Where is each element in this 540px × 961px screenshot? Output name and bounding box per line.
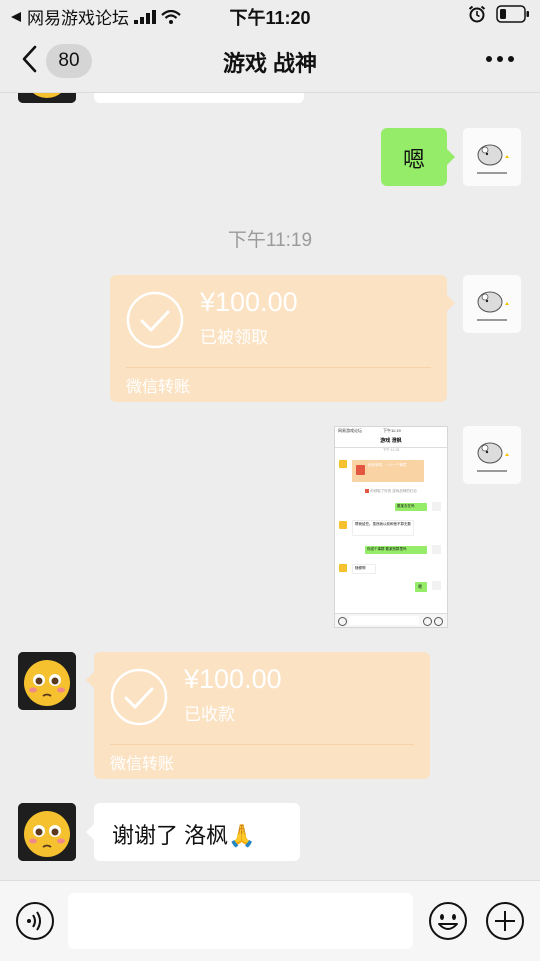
pleading-face-emoji-icon xyxy=(18,803,76,861)
thumb-green-bubble: 戴某去在吗 xyxy=(395,503,427,511)
thumb-msg: 随便啊 xyxy=(355,566,366,570)
thumb-green-bubble: 你送个事群 戴某别群里吗 xyxy=(365,546,427,554)
message-input[interactable] xyxy=(68,893,413,949)
thumb-status-bar: 网易游戏论坛 下午11:19 xyxy=(335,427,447,434)
thumb-avatar xyxy=(339,521,347,529)
thumb-msg: 嗯 xyxy=(418,584,422,589)
transfer-divider xyxy=(110,744,414,745)
thumb-input-bar xyxy=(335,613,447,627)
transfer-divider xyxy=(126,367,431,368)
input-bar xyxy=(0,880,540,961)
thumb-input-field xyxy=(349,616,419,625)
my-avatar[interactable] xyxy=(463,128,521,186)
thumb-red-packet: 抢来拿吧，一人一个满意 xyxy=(352,460,424,482)
thumb-avatar xyxy=(339,564,347,572)
message-bubble-partial[interactable] xyxy=(94,93,304,103)
message-list[interactable]: 嗯 下午11:19 ¥100.00 已被领取 微信转账 网易游戏论坛 下午11:… xyxy=(0,93,540,880)
hamster-sticker-icon xyxy=(463,426,521,484)
thumb-timestamp: 下午 11:15 xyxy=(382,448,400,452)
thumb-time: 下午11:19 xyxy=(383,428,401,433)
message-timestamp: 下午11:19 xyxy=(227,230,313,251)
status-time: 下午11:20 xyxy=(229,8,311,28)
thumb-msg: 你送个事群 戴某别群里吗 xyxy=(367,547,407,551)
thumb-header: 游戏 澄枫 xyxy=(335,435,447,448)
received-text-bubble[interactable]: 谢谢了 洛枫🙏 xyxy=(94,803,300,861)
thumb-avatar xyxy=(339,460,347,468)
thumb-notice-text: 你领取了你的 游戏战神的红包 xyxy=(370,489,417,493)
transfer-status: 已被领取 xyxy=(200,328,268,347)
thumb-green-bubble: 嗯 xyxy=(415,582,427,592)
more-dot-icon xyxy=(497,56,503,62)
thumb-notice: 你领取了你的 游戏战神的红包 xyxy=(335,489,447,494)
contact-avatar[interactable] xyxy=(18,93,76,103)
received-text: 谢谢了 洛枫🙏 xyxy=(112,823,256,848)
red-packet-icon xyxy=(356,465,365,475)
transfer-label: 微信转账 xyxy=(110,756,175,773)
transfer-status: 已收款 xyxy=(184,705,235,724)
transfer-amount: ¥100.00 xyxy=(200,287,298,317)
thumb-msg: 戴某去在吗 xyxy=(397,504,415,508)
transfer-label: 微信转账 xyxy=(126,379,191,396)
thumb-white-bubble: 帮我给些。虽然我以前和他不算无数 xyxy=(352,520,414,536)
thumb-red-packet-text: 抢来拿吧，一人一个满意 xyxy=(368,463,407,467)
sent-text-bubble[interactable]: 嗯 xyxy=(381,128,447,186)
sent-transfer-card[interactable]: ¥100.00 已被领取 微信转账 xyxy=(110,275,447,402)
thumb-plus-icon xyxy=(434,617,443,626)
thumb-my-avatar xyxy=(432,581,441,590)
bubble-tail xyxy=(447,295,455,311)
bubble-tail xyxy=(447,149,455,165)
received-transfer-card[interactable]: ¥100.00 已收款 微信转账 xyxy=(94,652,430,779)
thumb-carrier: 网易游戏论坛 xyxy=(338,428,362,433)
thumb-msg: 帮我给些。虽然我以前和他不算无数 xyxy=(355,522,411,526)
thumb-voice-icon xyxy=(338,617,347,626)
more-dot-icon xyxy=(486,56,492,62)
my-avatar[interactable] xyxy=(463,426,521,484)
thumb-my-avatar xyxy=(432,545,441,554)
thumb-emoji-icon xyxy=(423,617,432,626)
plus-icon[interactable] xyxy=(485,901,525,941)
status-bar: 网易游戏论坛 下午11:20 xyxy=(0,0,540,30)
voice-input-icon[interactable] xyxy=(15,901,55,941)
checkmark-circle-icon xyxy=(110,668,168,726)
chat-title: 游戏 战神 xyxy=(222,51,318,76)
battery-icon xyxy=(496,5,529,23)
hamster-sticker-icon xyxy=(463,275,521,333)
status-right xyxy=(468,5,530,23)
more-options-button[interactable] xyxy=(486,56,514,62)
emoji-icon[interactable] xyxy=(428,901,468,941)
checkmark-circle-icon xyxy=(126,291,184,349)
pleading-face-emoji-icon xyxy=(18,652,76,710)
transfer-amount: ¥100.00 xyxy=(184,664,282,694)
screenshot-image-message[interactable]: 网易游戏论坛 下午11:19 游戏 澄枫 下午 11:15 抢来拿吧，一人一个满… xyxy=(334,426,448,628)
chat-header: 80 游戏 战神 xyxy=(0,30,540,93)
thumb-my-avatar xyxy=(432,502,441,511)
red-packet-mini-icon xyxy=(365,489,370,494)
thumb-white-bubble: 随便啊 xyxy=(352,564,376,574)
alarm-icon xyxy=(468,5,486,23)
hamster-sticker-icon xyxy=(463,128,521,186)
bubble-tail xyxy=(86,824,94,840)
sent-text: 嗯 xyxy=(402,147,425,172)
contact-avatar[interactable] xyxy=(18,803,76,861)
thumb-title: 游戏 澄枫 xyxy=(380,438,402,444)
my-avatar[interactable] xyxy=(463,275,521,333)
more-dot-icon xyxy=(508,56,514,62)
contact-avatar[interactable] xyxy=(18,652,76,710)
bubble-tail xyxy=(86,672,94,688)
